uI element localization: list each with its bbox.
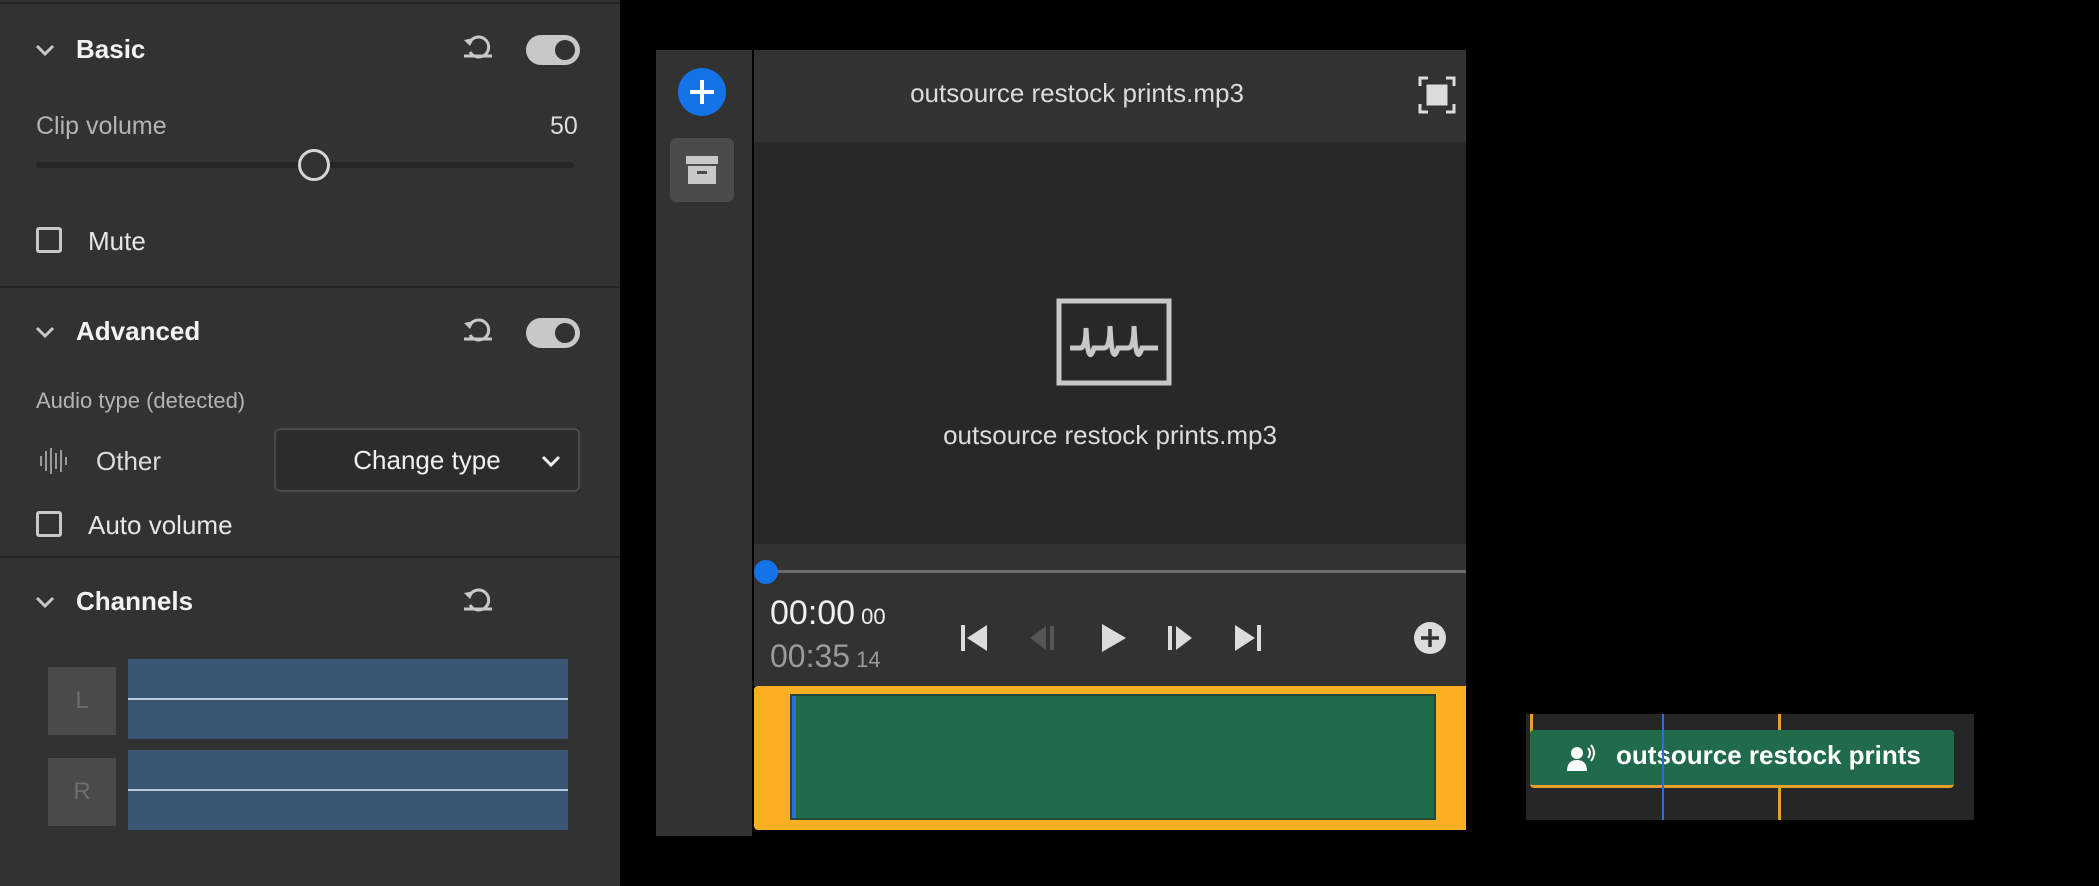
timeline-playhead[interactable] <box>1662 714 1664 820</box>
section-channels-title: Channels <box>76 586 194 616</box>
fit-screen-icon[interactable] <box>1418 76 1456 114</box>
channel-right-waveform <box>128 750 568 830</box>
preview-monitor: outsource restock prints.mp3 outsource r… <box>754 50 1466 544</box>
media-name: outsource restock prints.mp3 <box>943 420 1277 450</box>
audio-type-value: Other <box>96 446 162 476</box>
mute-checkbox[interactable] <box>36 227 62 253</box>
channel-left-row: L <box>38 659 578 739</box>
advanced-enable-toggle[interactable] <box>526 318 580 348</box>
reset-icon[interactable] <box>460 317 496 347</box>
chevron-down-icon <box>35 326 55 338</box>
section-basic-title: Basic <box>76 34 146 64</box>
playhead-handle[interactable] <box>754 560 778 584</box>
chevron-down-icon <box>35 596 55 608</box>
tool-rail <box>656 50 752 836</box>
section-advanced-title: Advanced <box>76 316 201 346</box>
scrubber-track[interactable] <box>764 570 1466 573</box>
clip-volume-slider-thumb[interactable] <box>298 149 330 181</box>
clip-volume-label: Clip volume <box>36 112 167 140</box>
preview-title: outsource restock prints.mp3 <box>910 78 1244 108</box>
change-type-dropdown[interactable]: Change type <box>274 428 580 492</box>
divider <box>0 2 620 4</box>
selected-audio-track[interactable] <box>754 686 1466 830</box>
archive-icon <box>686 156 718 184</box>
channel-right-row: R <box>38 750 578 830</box>
step-forward-icon[interactable] <box>1162 620 1198 656</box>
transport-bar: 00:00 00 00:35 14 <box>754 544 1466 686</box>
section-advanced-header[interactable]: Advanced <box>32 316 200 347</box>
divider <box>0 556 620 558</box>
step-back-icon[interactable] <box>1024 620 1060 656</box>
channel-left-waveform <box>128 659 568 739</box>
audio-file-icon <box>1056 298 1172 386</box>
audio-type-label: Audio type (detected) <box>36 388 246 413</box>
channel-left-button[interactable]: L <box>48 667 116 735</box>
timecode-total: 00:35 14 <box>770 638 881 675</box>
section-basic-header[interactable]: Basic <box>32 34 145 65</box>
audio-track-clip[interactable] <box>790 694 1436 820</box>
reset-icon[interactable] <box>460 587 496 617</box>
preview-header: outsource restock prints.mp3 <box>754 50 1466 142</box>
change-type-label: Change type <box>353 444 501 475</box>
section-channels-header[interactable]: Channels <box>32 586 193 617</box>
plus-icon <box>690 80 714 104</box>
channel-right-button[interactable]: R <box>48 758 116 826</box>
timecode-total-frames: 14 <box>856 647 881 672</box>
waveform-icon <box>40 448 67 474</box>
divider <box>0 286 620 288</box>
play-icon[interactable] <box>1094 620 1130 656</box>
timecode-current: 00:00 00 <box>770 594 886 633</box>
timecode-total-time: 00:35 <box>770 638 851 674</box>
mute-label: Mute <box>88 226 146 256</box>
add-media-button[interactable] <box>678 68 726 116</box>
timeline-clip[interactable]: outsource restock prints <box>1530 730 1954 788</box>
timecode-current-frames: 00 <box>861 604 886 629</box>
clip-volume-value: 50 <box>550 112 578 140</box>
voiceover-icon <box>1567 744 1595 771</box>
add-circle-icon[interactable] <box>1412 620 1448 656</box>
auto-volume-label: Auto volume <box>88 510 233 540</box>
auto-volume-checkbox[interactable] <box>36 511 62 537</box>
chevron-down-icon <box>541 455 561 468</box>
properties-panel: Basic Clip volume 50 Mute Advanced Audio… <box>0 0 620 886</box>
skip-to-end-icon[interactable] <box>1230 620 1266 656</box>
chevron-down-icon <box>35 44 55 56</box>
timeline-strip: outsource restock prints <box>1526 714 1974 820</box>
basic-enable-toggle[interactable] <box>526 35 580 65</box>
archive-button[interactable] <box>670 138 734 202</box>
skip-to-start-icon[interactable] <box>956 620 992 656</box>
timecode-current-time: 00:00 <box>770 594 856 632</box>
reset-icon[interactable] <box>460 34 496 64</box>
